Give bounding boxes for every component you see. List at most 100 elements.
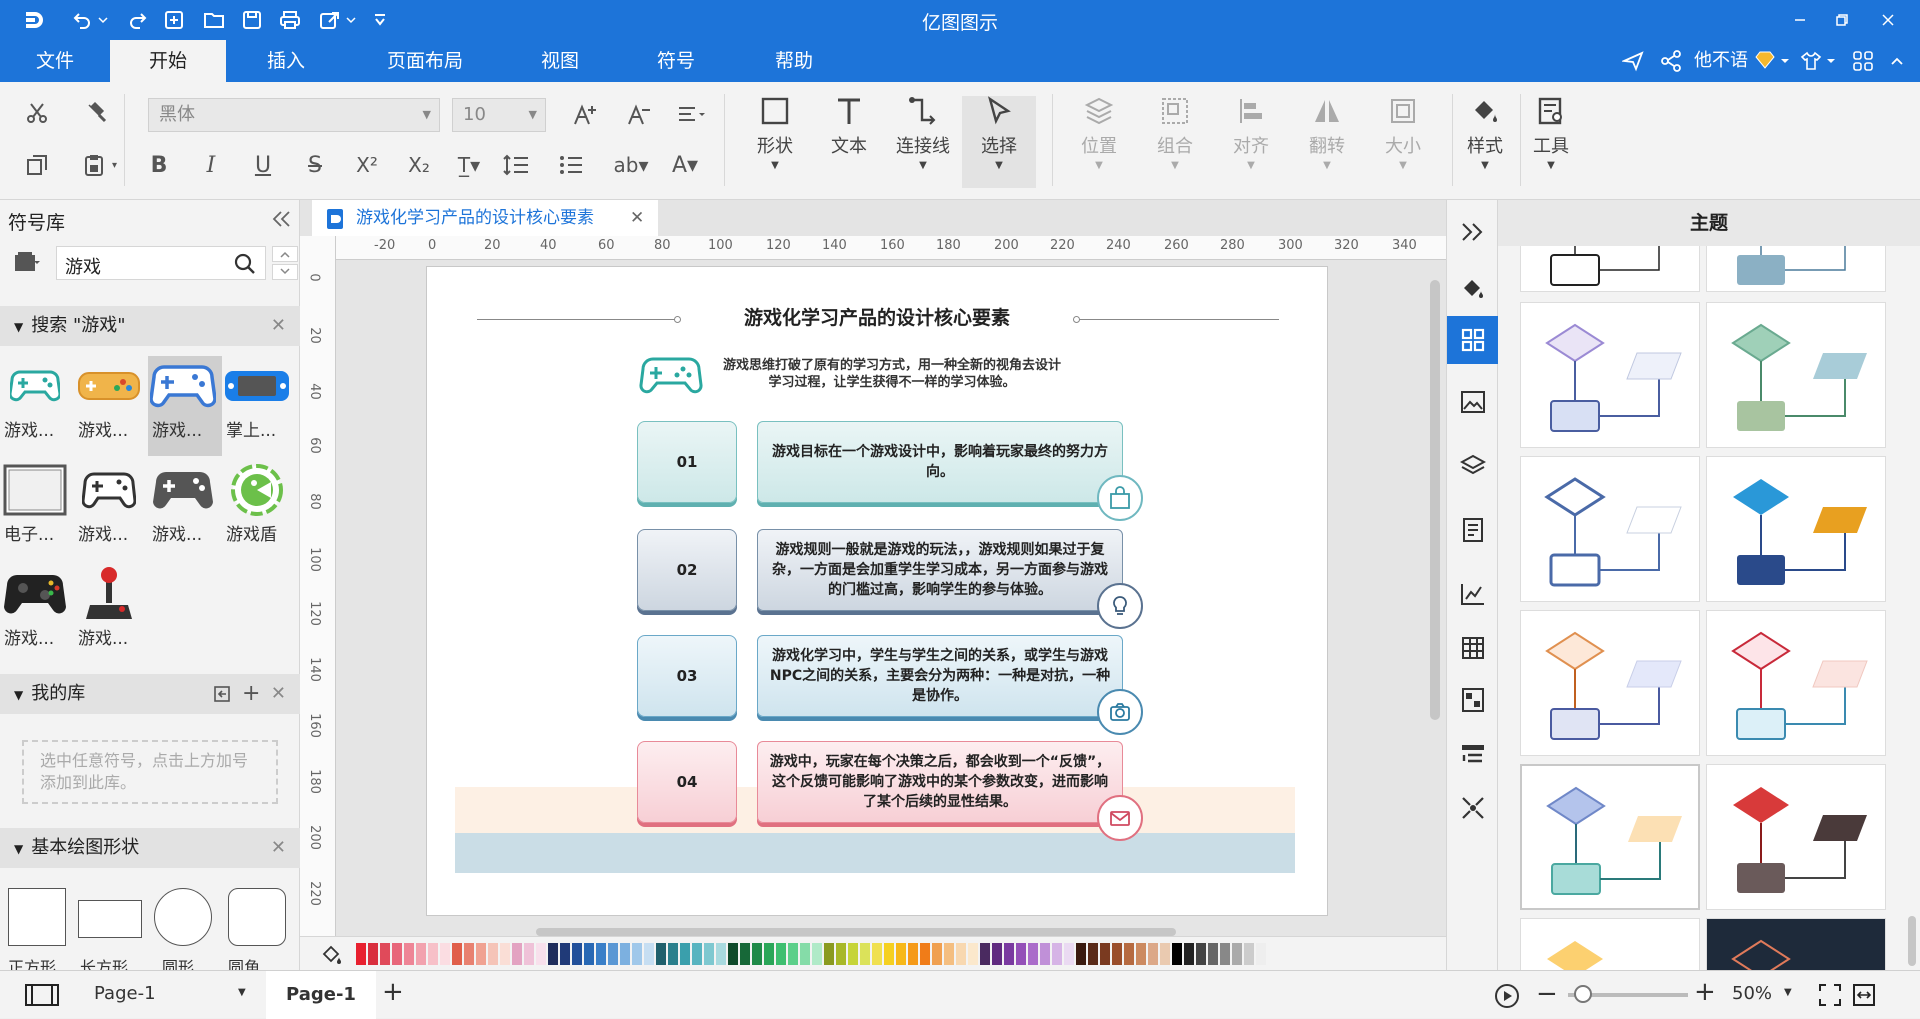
align-button[interactable]: 对齐 ▼ <box>1216 96 1286 188</box>
symbol-game-shield[interactable]: 游戏盾 <box>222 460 296 560</box>
vertical-scrollbar[interactable] <box>1430 280 1440 720</box>
color-swatch[interactable] <box>776 943 786 965</box>
theme-card[interactable] <box>1706 610 1886 756</box>
search-icon[interactable] <box>233 252 257 276</box>
decrease-font-icon[interactable] <box>622 98 656 132</box>
skin-dropdown-icon[interactable] <box>1826 56 1836 66</box>
expand-right-panel-icon[interactable] <box>1447 208 1499 256</box>
export-dropdown-icon[interactable] <box>344 6 358 34</box>
library-manager-icon[interactable] <box>14 250 40 272</box>
theme-card-selected[interactable] <box>1520 764 1700 910</box>
menu-view[interactable]: 视图 <box>520 40 600 82</box>
diagram-title[interactable]: 游戏化学习产品的设计核心要素 <box>667 303 1087 330</box>
line-spacing-icon[interactable] <box>502 148 536 182</box>
collapse-ribbon-icon[interactable] <box>1890 54 1904 68</box>
share-icon[interactable] <box>1660 50 1682 72</box>
color-swatch[interactable] <box>1196 943 1206 965</box>
strikethrough-icon[interactable]: S <box>298 148 332 182</box>
font-color-icon[interactable]: A▾ <box>668 148 702 182</box>
export-icon[interactable] <box>316 6 344 34</box>
size-button[interactable]: 大小 ▼ <box>1368 96 1438 188</box>
position-button[interactable]: 位置 ▼ <box>1064 96 1134 188</box>
color-swatch[interactable] <box>380 943 390 965</box>
fit-width-icon[interactable] <box>1852 983 1876 1007</box>
horizontal-scrollbar[interactable] <box>536 928 1176 936</box>
group-button[interactable]: 组合 ▼ <box>1140 96 1210 188</box>
menu-file[interactable]: 文件 <box>20 40 90 82</box>
add-to-library-icon[interactable]: + <box>242 674 260 714</box>
color-swatch[interactable] <box>1148 943 1158 965</box>
bullets-icon[interactable] <box>558 148 592 182</box>
theme-card[interactable] <box>1706 246 1886 292</box>
color-swatch[interactable] <box>728 943 738 965</box>
color-swatch[interactable] <box>584 943 594 965</box>
color-swatch[interactable] <box>1016 943 1026 965</box>
diagram-page[interactable]: 游戏化学习产品的设计核心要素 游戏思维打破了原有的学习方式，用一种全新的视角去设… <box>426 266 1328 916</box>
theme-card[interactable] <box>1520 456 1700 602</box>
shape-tool-button[interactable]: 形状 ▼ <box>740 96 810 188</box>
image-panel-icon[interactable] <box>1447 378 1499 426</box>
color-swatch[interactable] <box>356 943 366 965</box>
underline-icon[interactable]: U <box>246 148 280 182</box>
symbol-joystick[interactable]: 游戏... <box>74 564 148 664</box>
color-swatch[interactable] <box>968 943 978 965</box>
minimize-icon[interactable] <box>1786 6 1814 34</box>
format-painter-icon[interactable] <box>80 96 114 130</box>
undo-dropdown-icon[interactable] <box>96 6 110 34</box>
fit-shape-icon[interactable] <box>1447 784 1499 832</box>
color-swatch[interactable] <box>416 943 426 965</box>
copy-icon[interactable] <box>20 148 54 182</box>
color-swatch[interactable] <box>1184 943 1194 965</box>
theme-card[interactable] <box>1706 456 1886 602</box>
redo-icon[interactable] <box>124 6 152 34</box>
color-swatch[interactable] <box>476 943 486 965</box>
fill-style-icon[interactable] <box>1447 264 1499 312</box>
theme-panel-icon[interactable] <box>1447 316 1499 364</box>
color-swatch[interactable] <box>500 943 510 965</box>
symbol-gamepad-gray[interactable]: 游戏... <box>148 460 222 560</box>
paste-dropdown-icon[interactable]: ▾ <box>112 160 117 171</box>
color-swatch[interactable] <box>1208 943 1218 965</box>
text-tool-button[interactable]: 文本 <box>814 96 884 188</box>
shape-rectangle[interactable] <box>78 900 142 938</box>
theme-card[interactable] <box>1520 610 1700 756</box>
color-swatch[interactable] <box>740 943 750 965</box>
color-swatch[interactable] <box>1064 943 1074 965</box>
item-text-box[interactable]: 游戏中，玩家在每个决策之后，都会收到一个“反馈”，这个反馈可能影响了游戏中的某个… <box>757 741 1123 823</box>
user-name[interactable]: 他不语 <box>1694 40 1748 82</box>
theme-card[interactable] <box>1706 918 1886 970</box>
symbol-gamepad-teal[interactable]: 游戏... <box>0 356 74 456</box>
table-icon[interactable] <box>1447 624 1499 672</box>
bold-icon[interactable]: B <box>142 148 176 182</box>
color-swatch[interactable] <box>788 943 798 965</box>
color-swatch[interactable] <box>620 943 630 965</box>
symbol-handheld[interactable]: 掌上... <box>222 356 296 456</box>
color-swatch[interactable] <box>944 943 954 965</box>
font-name-select[interactable]: 黑体 ▼ <box>148 98 440 132</box>
search-results-header[interactable]: ▼ 搜索 "游戏" ✕ <box>0 306 300 346</box>
color-swatch[interactable] <box>812 943 822 965</box>
color-swatch[interactable] <box>1124 943 1134 965</box>
print-icon[interactable] <box>276 6 304 34</box>
color-swatch[interactable] <box>1160 943 1170 965</box>
document-tab[interactable]: 游戏化学习产品的设计核心要素 ✕ <box>312 200 658 236</box>
tools-button[interactable]: 工具 ▼ <box>1516 96 1586 188</box>
color-swatch[interactable] <box>836 943 846 965</box>
color-swatch[interactable] <box>464 943 474 965</box>
color-swatch[interactable] <box>512 943 522 965</box>
shape-square[interactable] <box>8 888 66 946</box>
fill-bucket-icon[interactable] <box>320 943 342 965</box>
close-basic-shapes-icon[interactable]: ✕ <box>271 828 286 868</box>
color-swatch[interactable] <box>428 943 438 965</box>
symbol-gamepad-blue[interactable]: 游戏... <box>148 356 222 456</box>
increase-font-icon[interactable] <box>568 98 602 132</box>
zoom-in-icon[interactable]: + <box>1694 977 1716 1007</box>
fit-page-icon[interactable] <box>1818 983 1842 1007</box>
page-view-toggle-icon[interactable] <box>24 983 60 1007</box>
close-my-library-icon[interactable]: ✕ <box>271 674 286 714</box>
undo-icon[interactable] <box>68 6 96 34</box>
color-swatch[interactable] <box>764 943 774 965</box>
symbol-search-input[interactable]: 游戏 <box>65 253 101 279</box>
import-library-icon[interactable] <box>212 684 232 704</box>
vip-diamond-icon[interactable] <box>1754 50 1776 70</box>
